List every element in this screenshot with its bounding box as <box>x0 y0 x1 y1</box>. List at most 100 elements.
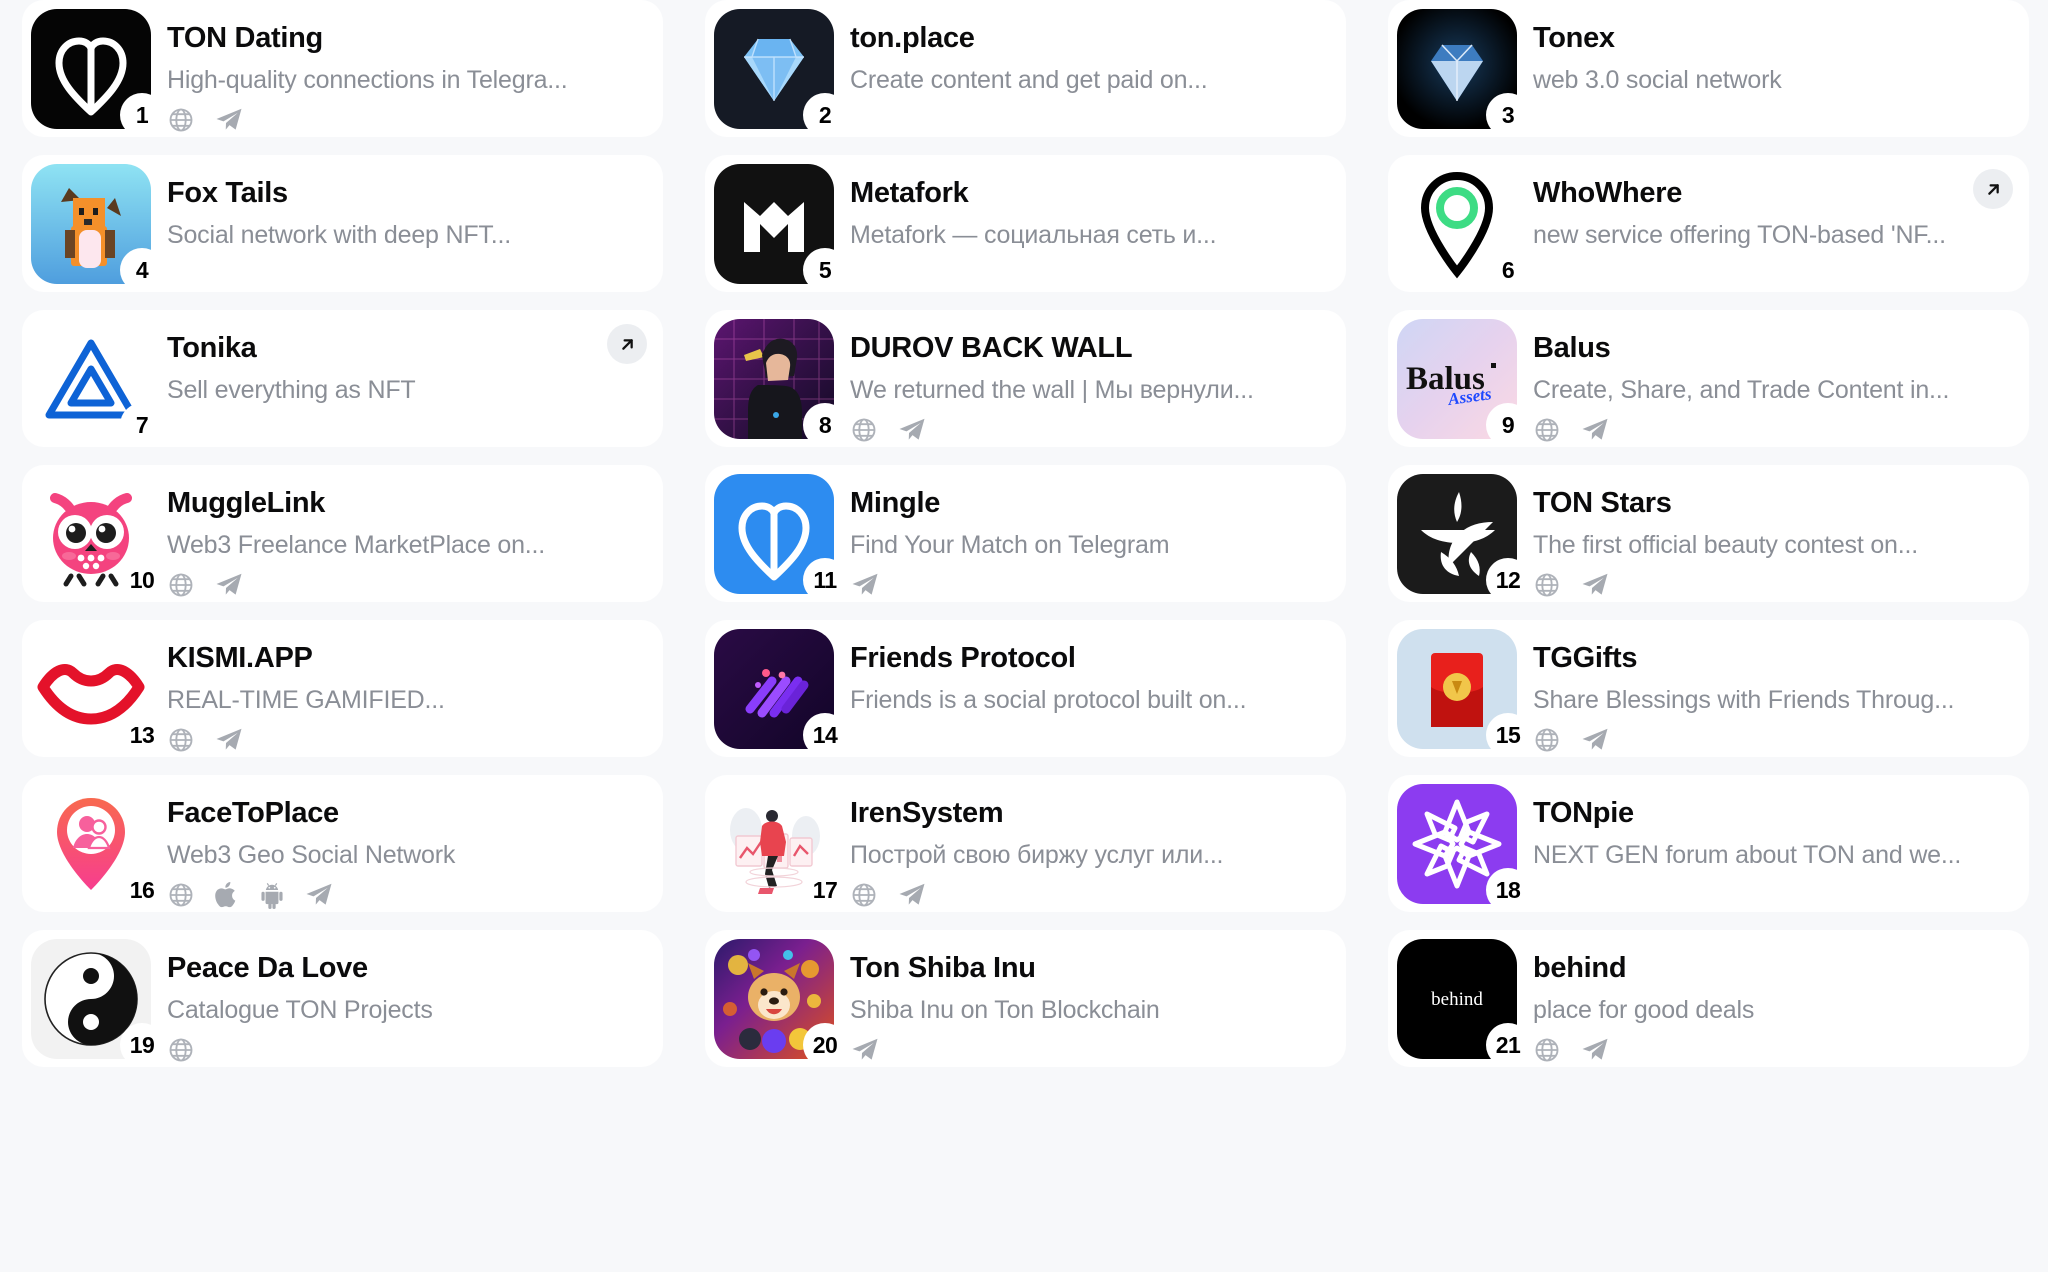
app-card[interactable]: 8 DUROV BACK WALL We returned the wall |… <box>705 310 1346 447</box>
app-icon[interactable]: 8 <box>714 319 847 447</box>
app-icon[interactable]: 11 <box>714 474 847 602</box>
app-title: KISMI.APP <box>167 643 313 674</box>
app-icon[interactable]: 19 <box>31 939 164 1067</box>
rank-badge: 7 <box>120 403 164 447</box>
app-links <box>1533 415 2017 445</box>
app-icon[interactable]: 6 <box>1397 164 1530 292</box>
telegram-icon[interactable] <box>304 880 334 910</box>
app-card[interactable]: 13 KISMI.APP REAL-TIME GAMIFIED... <box>22 620 663 757</box>
globe-icon[interactable] <box>1533 726 1561 754</box>
app-subtitle: Find Your Match on Telegram <box>850 532 1170 560</box>
globe-icon[interactable] <box>167 726 195 754</box>
telegram-icon[interactable] <box>214 105 244 135</box>
app-icon[interactable]: 14 <box>714 629 847 757</box>
telegram-icon[interactable] <box>1580 1035 1610 1065</box>
telegram-icon[interactable] <box>214 725 244 755</box>
globe-icon[interactable] <box>1533 571 1561 599</box>
app-subtitle: Share Blessings with Friends Throug... <box>1533 687 1955 715</box>
telegram-icon[interactable] <box>1580 415 1610 445</box>
globe-icon[interactable] <box>167 571 195 599</box>
app-icon[interactable]: 18 <box>1397 784 1530 912</box>
app-subtitle: web 3.0 social network <box>1533 67 1782 95</box>
app-info: TONpie NEXT GEN forum about TON and we..… <box>1526 784 2017 870</box>
telegram-icon[interactable] <box>850 1035 880 1065</box>
app-card[interactable]: 5 Metafork Metafork — социальная сеть и.… <box>705 155 1346 292</box>
app-links <box>850 415 1334 445</box>
app-icon[interactable]: 5 <box>714 164 847 292</box>
app-card[interactable]: 3 Tonex web 3.0 social network <box>1388 0 2029 137</box>
app-card[interactable]: 17 IrenSystem Построй свою биржу услуг и… <box>705 775 1346 912</box>
app-card[interactable]: Balus Assets 9 Balus Create, Share, and … <box>1388 310 2029 447</box>
app-info: Metafork Metafork — социальная сеть и... <box>843 164 1334 250</box>
app-card[interactable]: 1 TON Dating High-quality connections in… <box>22 0 663 137</box>
telegram-icon[interactable] <box>1580 725 1610 755</box>
app-icon[interactable]: 16 <box>31 784 164 912</box>
globe-icon[interactable] <box>167 881 195 909</box>
app-title: ton.place <box>850 23 975 54</box>
app-icon[interactable]: behind 21 <box>1397 939 1530 1067</box>
app-icon[interactable]: 20 <box>714 939 847 1067</box>
external-link-icon[interactable] <box>1973 169 2013 209</box>
app-info: ton.place Create content and get paid on… <box>843 9 1334 95</box>
telegram-icon[interactable] <box>897 880 927 910</box>
telegram-icon[interactable] <box>897 415 927 445</box>
app-links <box>1533 725 2017 755</box>
globe-icon[interactable] <box>1533 416 1561 444</box>
app-icon[interactable]: 4 <box>31 164 164 292</box>
rank-badge: 14 <box>803 713 847 757</box>
app-info: TON Dating High-quality connections in T… <box>160 9 651 135</box>
app-links <box>167 725 651 755</box>
app-title: Friends Protocol <box>850 643 1076 674</box>
app-subtitle: place for good deals <box>1533 997 1755 1025</box>
globe-icon[interactable] <box>167 1036 195 1064</box>
telegram-icon[interactable] <box>1580 570 1610 600</box>
app-info: FaceToPlace Web3 Geo Social Network <box>160 784 651 910</box>
app-card[interactable]: 16 FaceToPlace Web3 Geo Social Network <box>22 775 663 912</box>
app-title: Peace Da Love <box>167 953 368 984</box>
app-card[interactable]: 15 TGGifts Share Blessings with Friends … <box>1388 620 2029 757</box>
app-card[interactable]: 4 Fox Tails Social network with deep NFT… <box>22 155 663 292</box>
app-card[interactable]: 10 MuggleLink Web3 Freelance MarketPlace… <box>22 465 663 602</box>
app-title: FaceToPlace <box>167 798 339 829</box>
app-card[interactable]: 11 Mingle Find Your Match on Telegram <box>705 465 1346 602</box>
app-icon[interactable]: 15 <box>1397 629 1530 757</box>
app-card[interactable]: 7 Tonika Sell everything as NFT <box>22 310 663 447</box>
app-card[interactable]: behind 21 behind place for good deals <box>1388 930 2029 1067</box>
app-info: TON Stars The first official beauty cont… <box>1526 474 2017 600</box>
app-icon[interactable]: 1 <box>31 9 164 137</box>
rank-badge: 15 <box>1486 713 1530 757</box>
app-links <box>167 880 651 910</box>
android-icon[interactable] <box>259 881 285 909</box>
rank-badge: 19 <box>120 1023 164 1067</box>
app-title: IrenSystem <box>850 798 1004 829</box>
app-icon[interactable]: 3 <box>1397 9 1530 137</box>
app-icon[interactable]: 2 <box>714 9 847 137</box>
globe-icon[interactable] <box>850 416 878 444</box>
app-subtitle: REAL-TIME GAMIFIED... <box>167 687 445 715</box>
app-card[interactable]: 2 ton.place Create content and get paid … <box>705 0 1346 137</box>
globe-icon[interactable] <box>1533 1036 1561 1064</box>
app-icon[interactable]: Balus Assets 9 <box>1397 319 1530 447</box>
apple-icon[interactable] <box>214 881 240 909</box>
app-info: IrenSystem Построй свою биржу услуг или.… <box>843 784 1334 910</box>
rank-badge: 4 <box>120 248 164 292</box>
external-link-icon[interactable] <box>607 324 647 364</box>
globe-icon[interactable] <box>167 106 195 134</box>
app-card-grid: 1 TON Dating High-quality connections in… <box>0 0 2048 1067</box>
app-icon[interactable]: 13 <box>31 629 164 757</box>
telegram-icon[interactable] <box>214 570 244 600</box>
app-icon[interactable]: 12 <box>1397 474 1530 602</box>
app-icon[interactable]: 7 <box>31 319 164 447</box>
app-icon[interactable]: 17 <box>714 784 847 912</box>
rank-badge: 11 <box>803 558 847 602</box>
app-card[interactable]: 6 WhoWhere new service offering TON-base… <box>1388 155 2029 292</box>
globe-icon[interactable] <box>850 881 878 909</box>
app-icon[interactable]: 10 <box>31 474 164 602</box>
app-title: behind <box>1533 953 1627 984</box>
app-card[interactable]: 20 Ton Shiba Inu Shiba Inu on Ton Blockc… <box>705 930 1346 1067</box>
telegram-icon[interactable] <box>850 570 880 600</box>
app-card[interactable]: 14 Friends Protocol Friends is a social … <box>705 620 1346 757</box>
app-card[interactable]: 19 Peace Da Love Catalogue TON Projects <box>22 930 663 1067</box>
app-card[interactable]: 18 TONpie NEXT GEN forum about TON and w… <box>1388 775 2029 912</box>
app-card[interactable]: 12 TON Stars The first official beauty c… <box>1388 465 2029 602</box>
